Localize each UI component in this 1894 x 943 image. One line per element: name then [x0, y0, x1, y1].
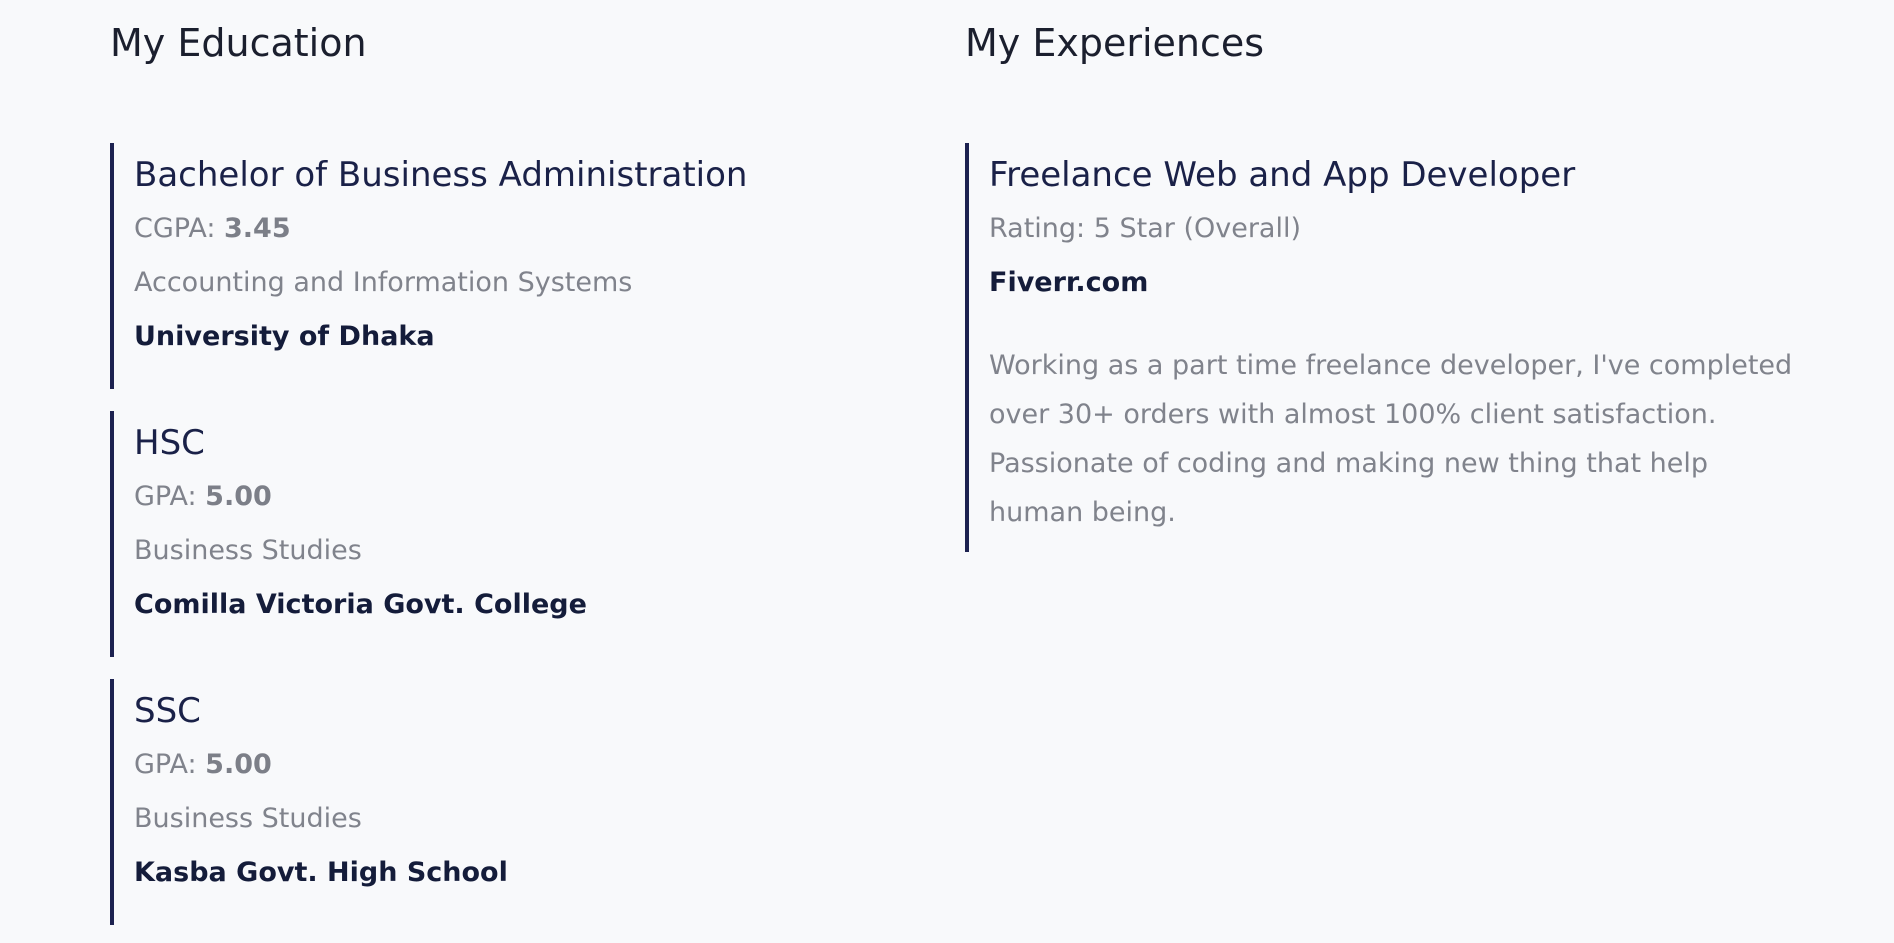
education-heading: My Education — [110, 21, 367, 65]
score-line: GPA: 5.00 — [134, 481, 272, 513]
score-line: CGPA: 3.45 — [134, 213, 291, 245]
experience-heading: My Experiences — [965, 21, 1265, 65]
experience-card: Freelance Web and App Developer Rating: … — [965, 143, 1805, 552]
field-of-study: Business Studies — [134, 803, 362, 834]
institution-name: University of Dhaka — [134, 321, 435, 352]
company-name: Fiverr.com — [989, 267, 1149, 298]
score-value: 5.00 — [205, 749, 272, 780]
rating-text: Rating: 5 Star (Overall) — [989, 213, 1302, 244]
education-card-hsc: HSC GPA: 5.00 Business Studies Comilla V… — [110, 411, 587, 657]
role-title: Freelance Web and App Developer — [989, 155, 1576, 195]
score-value: 3.45 — [224, 213, 291, 244]
score-value: 5.00 — [205, 481, 272, 512]
institution-name: Kasba Govt. High School — [134, 857, 508, 888]
field-of-study: Business Studies — [134, 535, 362, 566]
score-label: CGPA: — [134, 213, 225, 244]
education-card-bba: Bachelor of Business Administration CGPA… — [110, 143, 747, 389]
degree-title: SSC — [134, 691, 201, 731]
score-label: GPA: — [134, 749, 206, 780]
score-line: GPA: 5.00 — [134, 749, 272, 781]
field-of-study: Accounting and Information Systems — [134, 267, 633, 298]
education-card-ssc: SSC GPA: 5.00 Business Studies Kasba Gov… — [110, 679, 508, 925]
experience-description: Working as a part time freelance develop… — [989, 350, 1793, 528]
institution-name: Comilla Victoria Govt. College — [134, 589, 587, 620]
degree-title: HSC — [134, 423, 205, 463]
score-label: GPA: — [134, 481, 206, 512]
degree-title: Bachelor of Business Administration — [134, 155, 748, 195]
